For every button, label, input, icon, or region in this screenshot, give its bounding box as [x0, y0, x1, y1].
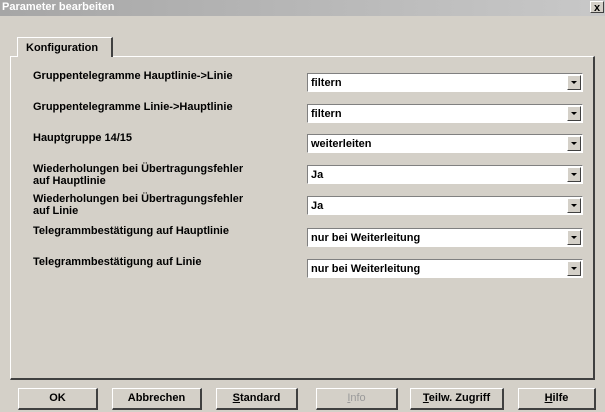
chevron-down-icon[interactable]	[567, 230, 581, 245]
param-label-hauptgruppe: Hauptgruppe 14/15	[33, 132, 132, 144]
tab-konfiguration[interactable]: Konfiguration	[17, 37, 113, 57]
title-bar: Parameter bearbeiten x	[0, 0, 605, 16]
param-label-line1: Gruppentelegramme Hauptlinie->Linie	[33, 70, 233, 82]
standard-mnemonic: S	[232, 392, 240, 404]
select-value: nur bei Weiterleitung	[311, 232, 421, 244]
standard-button[interactable]: Standard	[216, 388, 298, 410]
param-label-line2: auf Linie	[33, 205, 79, 217]
standard-label: tandard	[240, 392, 281, 404]
param-select-bestaetigung-linie[interactable]: nur bei Weiterleitung	[307, 259, 583, 278]
param-label-line1: Telegrammbestätigung auf Hauptlinie	[33, 225, 229, 237]
param-select-wiederholungen-hauptlinie[interactable]: Ja	[307, 165, 583, 184]
ok-label: OK	[49, 392, 66, 404]
param-select-hauptlinie-linie[interactable]: filtern	[307, 73, 583, 92]
chevron-down-icon[interactable]	[567, 167, 581, 182]
select-value: Ja	[311, 169, 324, 181]
param-select-linie-hauptlinie[interactable]: filtern	[307, 104, 583, 123]
param-label-line2: auf Hauptlinie	[33, 175, 106, 187]
abbrechen-label: Abbrechen	[127, 392, 186, 404]
select-value: filtern	[311, 77, 342, 89]
ok-button[interactable]: OK	[18, 388, 98, 410]
param-label-line1: Gruppentelegramme Linie->Hauptlinie	[33, 101, 233, 113]
param-label-line1: Wiederholungen bei Übertragungsfehler	[33, 163, 244, 175]
select-value: Ja	[311, 200, 324, 212]
info-label: nfo	[350, 392, 366, 404]
window-title: Parameter bearbeiten	[2, 1, 115, 13]
select-value: filtern	[311, 108, 342, 120]
select-value: weiterleiten	[311, 138, 372, 150]
param-label-line1: Telegrammbestätigung auf Linie	[33, 256, 202, 268]
chevron-down-icon[interactable]	[567, 136, 581, 151]
teilw-label: eilw. Zugriff	[428, 392, 491, 404]
info-button[interactable]: Info	[316, 388, 398, 410]
select-value: nur bei Weiterleitung	[311, 263, 421, 275]
param-label-bestaetigung-linie: Telegrammbestätigung auf Linie	[33, 256, 202, 268]
hilfe-mnemonic: H	[544, 392, 553, 404]
param-label-wiederholungen-linie: Wiederholungen bei Übertragungsfehler au…	[33, 193, 243, 217]
param-label-line1: Wiederholungen bei Übertragungsfehler	[33, 193, 244, 205]
chevron-down-icon[interactable]	[567, 106, 581, 121]
close-icon[interactable]: x	[590, 1, 604, 14]
teilw-zugriff-button[interactable]: Teilw. Zugriff	[410, 388, 504, 410]
chevron-down-icon[interactable]	[567, 198, 581, 213]
param-label-linie-hauptlinie: Gruppentelegramme Linie->Hauptlinie	[33, 101, 233, 113]
tab-label: Konfiguration	[26, 42, 99, 54]
param-select-bestaetigung-hauptlinie[interactable]: nur bei Weiterleitung	[307, 228, 583, 247]
abbrechen-button[interactable]: Abbrechen	[112, 388, 202, 410]
param-label-bestaetigung-hauptlinie: Telegrammbestätigung auf Hauptlinie	[33, 225, 229, 237]
hilfe-button[interactable]: Hilfe	[518, 388, 596, 410]
hilfe-label: ilfe	[552, 392, 569, 404]
param-select-wiederholungen-linie[interactable]: Ja	[307, 196, 583, 215]
chevron-down-icon[interactable]	[567, 75, 581, 90]
chevron-down-icon[interactable]	[567, 261, 581, 276]
param-label-hauptlinie-linie: Gruppentelegramme Hauptlinie->Linie	[33, 70, 233, 82]
param-label-wiederholungen-hauptlinie: Wiederholungen bei Übertragungsfehler au…	[33, 163, 243, 187]
param-select-hauptgruppe[interactable]: weiterleiten	[307, 134, 583, 153]
param-label-line1: Hauptgruppe 14/15	[33, 132, 133, 144]
